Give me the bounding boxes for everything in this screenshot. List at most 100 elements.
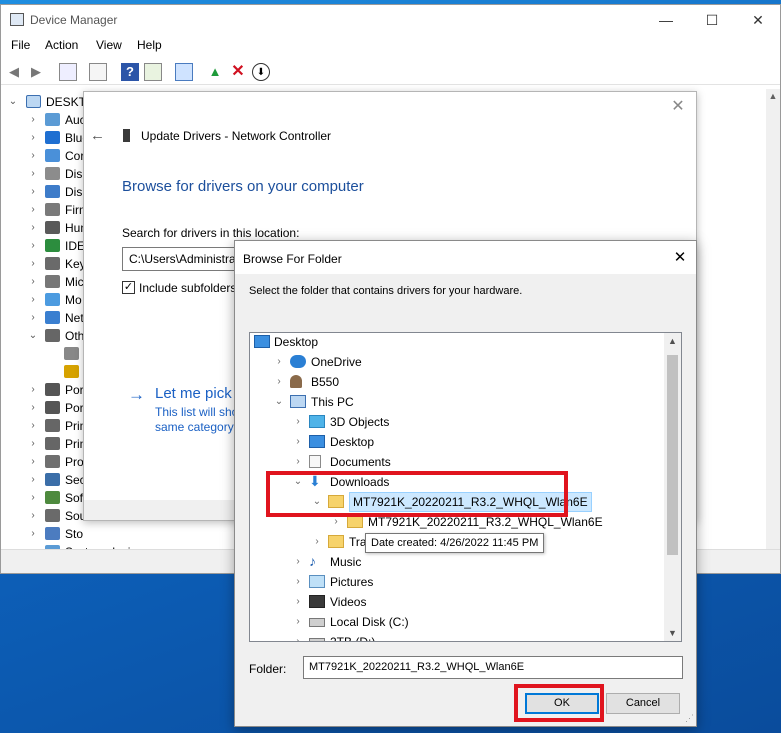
user-icon [290, 375, 302, 388]
maximize-button[interactable]: ☐ [689, 5, 735, 35]
menu-file[interactable]: File [11, 38, 30, 52]
chevron-down-icon[interactable]: ⌄ [27, 327, 39, 345]
chevron-right-icon[interactable]: › [27, 165, 39, 183]
device-category-icon [45, 329, 60, 342]
chevron-right-icon[interactable]: › [27, 471, 39, 489]
chevron-right-icon[interactable]: › [27, 111, 39, 129]
chevron-right-icon[interactable]: › [292, 412, 304, 432]
folder-tree-node[interactable]: › Local Disk (C:) [250, 612, 660, 632]
chevron-right-icon[interactable]: › [292, 572, 304, 592]
folder-tree-node[interactable]: Desktop [250, 333, 660, 352]
chevron-right-icon[interactable]: › [27, 399, 39, 417]
folder-tree-node[interactable]: › 2TB (D:) [250, 632, 660, 641]
device-category-icon [45, 383, 60, 396]
view-icon[interactable] [144, 63, 162, 81]
chevron-right-icon[interactable]: › [27, 507, 39, 525]
chevron-right-icon[interactable]: › [27, 489, 39, 507]
device-category-label: Net [65, 311, 84, 325]
chevron-down-icon[interactable]: ⌄ [273, 392, 285, 412]
menu-help[interactable]: Help [137, 38, 162, 52]
monitor-icon[interactable] [175, 63, 193, 81]
folder-tree-node[interactable]: › B550 [250, 372, 660, 392]
let-me-pick-link[interactable]: Let me pick [155, 385, 232, 402]
folder-tree-scrollbar[interactable]: ▲ ▼ [664, 333, 681, 641]
resize-grip-icon[interactable]: ⋰ [685, 713, 694, 724]
ok-highlight [514, 684, 604, 722]
menu-action[interactable]: Action [45, 38, 78, 52]
chevron-right-icon[interactable]: › [292, 432, 304, 452]
folder-tree-label: Videos [330, 595, 367, 609]
cancel-button[interactable]: Cancel [606, 693, 680, 714]
chevron-right-icon[interactable]: › [27, 237, 39, 255]
scroll-thumb[interactable] [667, 355, 678, 555]
back-arrow-icon[interactable]: ← [90, 127, 105, 144]
menu-view[interactable]: View [96, 38, 122, 52]
chevron-right-icon[interactable]: › [27, 525, 39, 543]
uninstall-icon[interactable]: ✕ [229, 63, 247, 81]
add-driver-icon[interactable]: ▲ [206, 63, 224, 81]
chevron-right-icon[interactable]: › [27, 147, 39, 165]
folder-input[interactable]: MT7921K_20220211_R3.2_WHQL_Wlan6E [303, 656, 683, 679]
chevron-right-icon[interactable]: › [311, 532, 323, 552]
scroll-up-icon[interactable]: ▲ [664, 336, 681, 346]
folder-tree-node[interactable]: › Documents [250, 452, 660, 472]
close-button[interactable]: ✕ [735, 5, 781, 35]
folder-tree-label: This PC [311, 395, 354, 409]
chevron-right-icon[interactable]: › [27, 309, 39, 327]
folder-tree-node[interactable]: › Desktop [250, 432, 660, 452]
chevron-right-icon[interactable]: › [273, 372, 285, 392]
device-category-icon [45, 491, 60, 504]
chevron-right-icon[interactable]: › [292, 452, 304, 472]
folder-tree-node[interactable]: › OneDrive [250, 352, 660, 372]
chevron-right-icon[interactable]: › [27, 291, 39, 309]
chevron-right-icon[interactable]: › [27, 219, 39, 237]
folder-tree-node[interactable]: › ♪ Music [250, 552, 660, 572]
chevron-right-icon[interactable]: › [292, 552, 304, 572]
include-subfolders-checkbox[interactable]: ✓ [122, 281, 135, 294]
chevron-right-icon[interactable]: › [27, 417, 39, 435]
chevron-right-icon[interactable]: › [27, 453, 39, 471]
chevron-right-icon[interactable]: › [27, 435, 39, 453]
chevron-right-icon[interactable]: › [27, 201, 39, 219]
chevron-right-icon[interactable]: › [27, 381, 39, 399]
chevron-right-icon[interactable]: › [27, 129, 39, 147]
back-icon[interactable]: ◀ [5, 63, 23, 81]
dialog-title: Browse For Folder [243, 252, 342, 266]
search-location-label: Search for drivers in this location: [122, 226, 300, 240]
device-category-label: Sto [65, 527, 84, 541]
device-category-icon [45, 131, 60, 144]
minimize-button[interactable]: — [643, 5, 689, 35]
chevron-right-icon[interactable]: › [27, 273, 39, 291]
folder-tree-node[interactable]: › Pictures [250, 572, 660, 592]
folder-tree-label: 3D Objects [330, 415, 390, 429]
chevron-right-icon[interactable]: › [27, 183, 39, 201]
update-driver-icon[interactable] [89, 63, 107, 81]
device-category-icon [45, 149, 60, 162]
device-category-icon [45, 473, 60, 486]
chevron-right-icon[interactable]: › [292, 632, 304, 641]
help-icon[interactable]: ? [121, 63, 139, 81]
driver-path-input[interactable]: C:\Users\Administrat [122, 247, 242, 271]
chevron-right-icon[interactable]: › [292, 612, 304, 632]
computer-icon [290, 395, 306, 408]
device-category-icon [45, 275, 60, 288]
device-category-label: Por [65, 383, 84, 397]
device-category-icon [45, 293, 60, 306]
forward-icon[interactable]: ▶ [27, 63, 45, 81]
folder-tree-label: Music [330, 555, 362, 569]
scroll-down-icon[interactable]: ▼ [664, 628, 681, 638]
folder-tree-node[interactable]: › 3D Objects [250, 412, 660, 432]
chevron-right-icon[interactable]: › [292, 592, 304, 612]
chevron-right-icon[interactable]: › [273, 352, 285, 372]
device-tree-scrollbar[interactable]: ▲ [766, 89, 780, 551]
dialog-title-bar: Browse For Folder ✕ [235, 241, 696, 274]
folder-tree-label: Desktop [274, 335, 319, 349]
properties-icon[interactable] [59, 63, 77, 81]
chevron-right-icon[interactable]: › [27, 255, 39, 273]
close-icon[interactable]: ✕ [668, 96, 688, 116]
folder-tree-node[interactable]: ⌄ This PC [250, 392, 660, 412]
folder-tree-label: Desktop [330, 435, 375, 449]
close-icon[interactable]: ✕ [670, 248, 690, 268]
folder-tree-node[interactable]: › Videos [250, 592, 660, 612]
download-icon[interactable]: ⬇ [252, 63, 270, 81]
